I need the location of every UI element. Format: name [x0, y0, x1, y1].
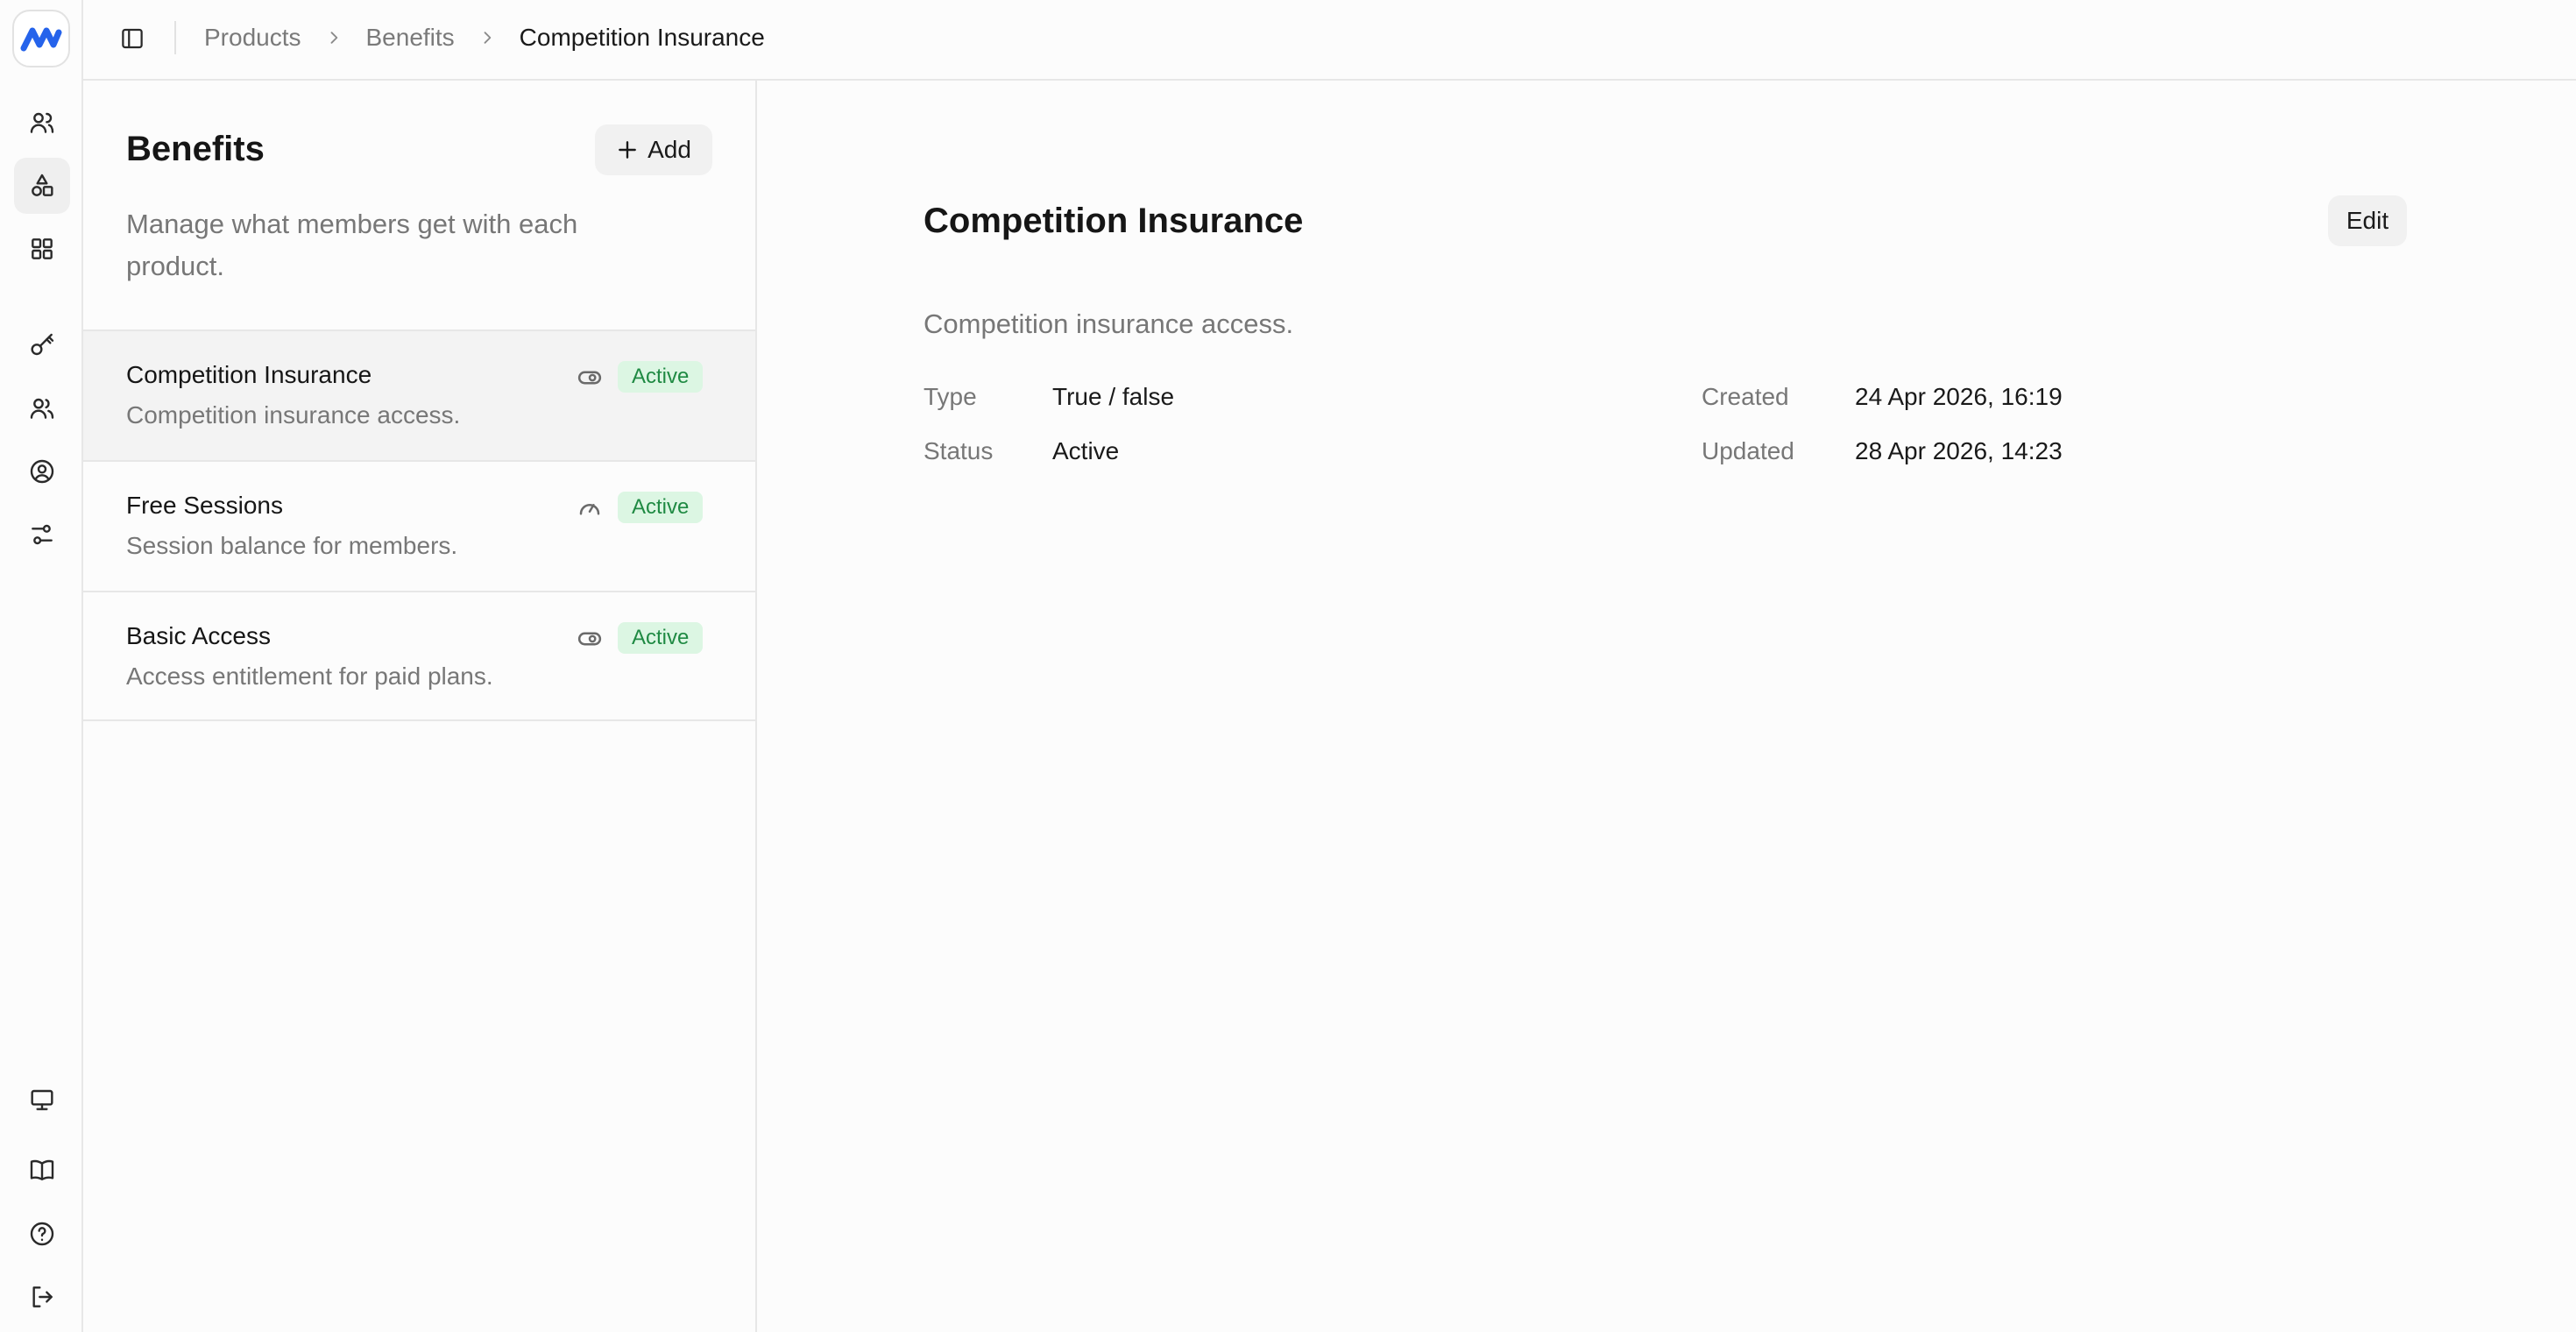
status-badge: Active [618, 492, 704, 523]
nav-users-icon[interactable] [14, 95, 70, 151]
add-benefit-button[interactable]: Add [595, 124, 712, 175]
nav-settings-sliders-icon[interactable] [14, 507, 70, 563]
nav-help-icon[interactable] [14, 1206, 70, 1262]
nav-key-icon[interactable] [14, 317, 70, 373]
nav-user-circle-icon[interactable] [14, 443, 70, 499]
created-value: 24 Apr 2026, 16:19 [1855, 383, 2063, 410]
benefit-name: Basic Access [126, 622, 271, 649]
benefit-description: Competition insurance access. [126, 401, 461, 429]
nav-members-icon[interactable] [14, 380, 70, 436]
benefit-name: Competition Insurance [126, 361, 372, 388]
logo[interactable] [12, 10, 70, 67]
breadcrumb-benefits[interactable]: Benefits [366, 24, 455, 52]
status-badge: Active [618, 361, 704, 393]
type-value: True / false [1052, 383, 1175, 410]
edit-button[interactable]: Edit [2328, 195, 2407, 246]
panel-title: Benefits [126, 130, 265, 168]
nav-book-icon[interactable] [14, 1142, 70, 1198]
app-root: Products Benefits Competition Insurance … [0, 0, 2576, 1332]
updated-label: Updated [1702, 437, 1794, 464]
gauge-icon [577, 495, 603, 521]
breadcrumb-current: Competition Insurance [519, 24, 765, 51]
nav-grid-icon[interactable] [14, 221, 70, 277]
updated-value: 28 Apr 2026, 14:23 [1855, 437, 2063, 464]
benefit-row-competition-insurance[interactable]: Competition Insurance Competition insura… [83, 329, 755, 460]
benefit-row-free-sessions[interactable]: Free Sessions Session balance for member… [83, 460, 755, 591]
breadcrumb: Products Benefits Competition Insurance [204, 0, 765, 75]
top-bar: Products Benefits Competition Insurance [83, 0, 2576, 81]
add-button-label: Add [648, 136, 691, 163]
benefit-row-basic-access[interactable]: Basic Access Access entitlement for paid… [83, 591, 755, 721]
toggle-icon [577, 365, 603, 391]
status-label: Status [924, 437, 994, 464]
detail-title: Competition Insurance [924, 202, 1304, 240]
benefit-detail: Competition Insurance Edit Competition i… [757, 81, 2576, 1332]
benefits-panel: Benefits Add Manage what members get wit… [83, 81, 757, 1332]
nav-monitor-icon[interactable] [14, 1072, 70, 1128]
benefit-description: Access entitlement for paid plans. [126, 662, 493, 690]
benefit-description: Session balance for members. [126, 532, 458, 559]
created-label: Created [1702, 383, 1789, 410]
status-value: Active [1052, 437, 1120, 464]
logo-mark-icon [20, 27, 62, 52]
sidebar-toggle-icon[interactable] [117, 23, 148, 54]
chevron-right-icon [322, 26, 345, 49]
type-label: Type [924, 383, 977, 410]
icon-rail [0, 0, 83, 1332]
breadcrumb-products[interactable]: Products [204, 24, 301, 52]
nav-shapes-icon[interactable] [14, 158, 70, 214]
benefit-list: Competition Insurance Competition insura… [83, 329, 755, 721]
status-badge: Active [618, 622, 704, 654]
nav-logout-icon[interactable] [14, 1269, 70, 1325]
benefit-name: Free Sessions [126, 492, 283, 519]
chevron-right-icon [476, 26, 499, 49]
divider [174, 21, 176, 54]
detail-description: Competition insurance access. [924, 308, 1294, 339]
toggle-icon [577, 626, 603, 652]
plus-icon [619, 141, 636, 159]
panel-description: Manage what members get with each produc… [126, 209, 578, 281]
